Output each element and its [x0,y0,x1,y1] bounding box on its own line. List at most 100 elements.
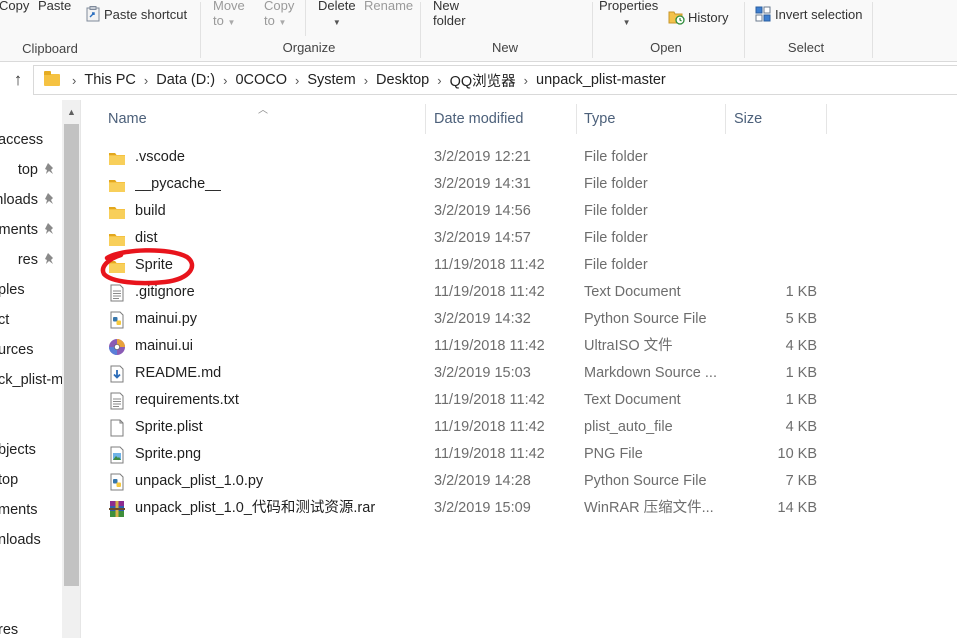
new-folder-button[interactable]: New folder [433,0,466,28]
file-type: plist_auto_file [584,419,673,435]
file-name: unpack_plist_1.0_代码和测试资源.rar [135,500,376,516]
file-date-modified: 11/19/2018 11:42 [434,284,545,300]
breadcrumb-item[interactable]: QQ浏览器 [446,70,520,91]
file-row[interactable]: requirements.txt 11/19/2018 11:42 Text Doc… [82,387,842,414]
paste-shortcut-icon [86,6,100,22]
file-type: WinRAR 压缩文件... [584,500,714,516]
chevron-down-icon: ▼ [278,18,287,27]
breadcrumb-item[interactable]: 0COCO [231,72,291,88]
file-row[interactable]: README.md 3/2/2019 15:03 Markdown Source .… [82,360,842,387]
nav-item[interactable]: top [0,158,62,182]
rename-button[interactable]: Rename [364,0,413,13]
invert-selection-button[interactable]: Invert selection [755,6,862,22]
column-header-size[interactable]: Size [726,100,826,136]
file-row[interactable]: .vscode 3/2/2019 12:21 File folder [82,144,842,171]
file-size: 1 KB [785,392,817,408]
file-row[interactable]: unpack_plist_1.0_代码和测试资源.rar 3/2/2019 15:… [82,495,842,522]
copy-to-label: Copy [264,0,295,13]
scroll-thumb[interactable] [64,124,79,586]
chevron-right-icon[interactable]: › [433,73,445,88]
ribbon-separator [592,2,593,58]
delete-button[interactable]: Delete ▼ [318,0,356,30]
breadcrumb-item[interactable]: System [303,72,359,88]
file-date-modified: 3/2/2019 15:09 [434,500,531,516]
column-header-name[interactable]: Name [100,100,426,136]
ribbon-separator [305,0,306,36]
nav-item[interactable]: urces [0,338,62,362]
nav-item[interactable]: res [0,618,62,638]
file-date-modified: 11/19/2018 11:42 [434,446,545,462]
copy-button[interactable]: Copy [0,0,29,13]
nav-item[interactable]: ments [0,498,62,522]
breadcrumb-item[interactable]: unpack_plist-master [532,72,670,88]
nav-item[interactable]: res [0,248,62,272]
up-arrow-icon[interactable]: ↑ [8,71,28,91]
breadcrumb-item[interactable]: Data (D:) [152,72,219,88]
file-date-modified: 11/19/2018 11:42 [434,257,545,273]
file-name: dist [135,230,158,246]
chevron-right-icon[interactable]: › [68,73,80,88]
file-size [734,171,817,198]
move-to-button[interactable]: Move to ▼ [213,0,245,30]
file-type: Text Document [584,284,681,300]
address-bar[interactable]: › This PC › Data (D:) › 0COCO › System › Desktop ›… [33,65,957,95]
nav-item[interactable]: bjects [0,438,62,462]
file-date-modified: 3/2/2019 14:28 [434,473,531,489]
delete-label: Delete [318,0,356,13]
file-row[interactable]: mainui.ui 11/19/2018 11:42 UltraISO 文件 4 KB [82,333,842,360]
copy-label: Copy [0,0,30,13]
breadcrumb-item[interactable]: Desktop [372,72,433,88]
new-group-label: New [491,40,518,55]
file-size: 10 KB [777,446,818,462]
file-type: File folder [584,230,648,246]
file-type: Text Document [584,392,681,408]
file-row[interactable]: unpack_plist_1.0.py 3/2/2019 14:28 Python … [82,468,842,495]
column-header-date[interactable]: Date modified [426,100,576,136]
nav-scrollbar[interactable]: ▲ [62,100,81,638]
file-type: PNG File [584,446,643,462]
ribbon-separator [200,2,201,58]
nav-item[interactable]: nloads [0,528,62,552]
file-row[interactable]: Sprite 11/19/2018 11:42 File folder [82,252,842,279]
paste-button[interactable]: Paste [38,0,71,13]
file-row[interactable]: Sprite.plist 11/19/2018 11:42 plist_auto_f… [82,414,842,441]
nav-item[interactable] [0,398,62,422]
scroll-up-arrow-icon[interactable]: ▲ [62,104,81,120]
chevron-right-icon[interactable]: › [291,73,303,88]
breadcrumb-item[interactable]: This PC [80,72,140,88]
column-divider[interactable] [826,104,827,134]
nav-item[interactable]: ples [0,278,62,302]
chevron-down-icon: ▼ [622,18,631,27]
winrar-archive-icon [109,501,125,517]
file-type: Python Source File [584,473,707,489]
history-button[interactable]: History [668,10,728,25]
chevron-right-icon[interactable]: › [140,73,152,88]
chevron-down-icon: ▼ [332,18,341,27]
file-row[interactable]: mainui.py 3/2/2019 14:32 Python Source Fil… [82,306,842,333]
file-row[interactable]: build 3/2/2019 14:56 File folder [82,198,842,225]
nav-item[interactable] [0,558,62,582]
paste-shortcut-button[interactable]: Paste shortcut [86,6,187,22]
properties-button[interactable]: Properties ▼ [599,0,658,30]
file-row[interactable]: .gitignore 11/19/2018 11:42 Text Document 1… [82,279,842,306]
nav-item[interactable] [0,588,62,612]
nav-item[interactable]: ments [0,218,62,242]
move-to-label-line2: to [213,13,224,28]
nav-item[interactable]: ck_plist-m [0,368,62,392]
file-date-modified: 3/2/2019 14:57 [434,230,531,246]
chevron-right-icon[interactable]: › [520,73,532,88]
file-row[interactable]: __pycache__ 3/2/2019 14:31 File folder [82,171,842,198]
clipboard-group: Copy Paste Clipboard [0,0,80,62]
nav-item[interactable]: top [0,468,62,492]
column-header-type[interactable]: Type [576,100,726,136]
file-type: File folder [584,176,648,192]
file-row[interactable]: dist 3/2/2019 14:57 File folder [82,225,842,252]
chevron-right-icon[interactable]: › [360,73,372,88]
file-size: 1 KB [785,365,817,381]
nav-item[interactable]: access [0,128,62,152]
file-row[interactable]: Sprite.png 11/19/2018 11:42 PNG File 10 KB [82,441,842,468]
nav-item[interactable]: ct [0,308,62,332]
chevron-right-icon[interactable]: › [219,73,231,88]
copy-to-button[interactable]: Copy to ▼ [264,0,294,30]
nav-item[interactable]: nloads [0,188,62,212]
